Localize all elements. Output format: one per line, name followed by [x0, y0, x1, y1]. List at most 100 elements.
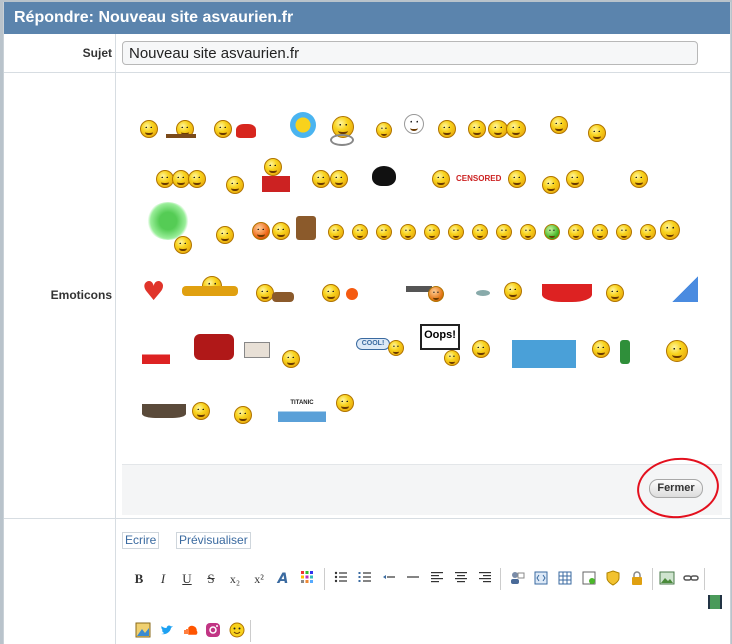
- emoticon-diver[interactable]: [226, 176, 244, 194]
- shield-icon[interactable]: [604, 570, 622, 588]
- emoticon-sword[interactable]: [192, 402, 210, 420]
- font-button[interactable]: A: [274, 570, 292, 588]
- emoticon-cool[interactable]: [508, 170, 526, 188]
- emoticon-e4[interactable]: [400, 224, 416, 240]
- emoticon-group-a[interactable]: [488, 120, 508, 138]
- emoticon-e3[interactable]: [376, 224, 392, 240]
- emoticon-whistle[interactable]: [438, 120, 456, 138]
- emoticon-oops[interactable]: Oops!: [420, 324, 460, 350]
- emoticon-racecar[interactable]: [194, 334, 234, 360]
- emoticon-smile[interactable]: [140, 120, 158, 138]
- table-icon[interactable]: [556, 570, 574, 588]
- video-icon[interactable]: [706, 594, 724, 612]
- emoticon-music-a[interactable]: [244, 342, 270, 358]
- twitter-icon[interactable]: [158, 622, 176, 640]
- italic-button[interactable]: I: [154, 570, 172, 588]
- emoticon-ghost[interactable]: [404, 114, 424, 134]
- emoticon-lifebuoy[interactable]: [666, 340, 688, 362]
- emoticon-side[interactable]: [330, 170, 348, 188]
- emoticon-laugh[interactable]: [432, 170, 450, 188]
- tab-write[interactable]: Ecrire: [122, 532, 160, 549]
- emoticon-censored[interactable]: CENSORED: [456, 174, 504, 184]
- bold-button[interactable]: B: [130, 570, 148, 588]
- color-grid-icon[interactable]: [298, 570, 316, 588]
- emoticon-e11[interactable]: [568, 224, 584, 240]
- emoticon-fight-a[interactable]: [550, 116, 568, 134]
- emoticon-grin[interactable]: [566, 170, 584, 188]
- emoticon-titanic[interactable]: TITANIC: [278, 396, 326, 422]
- emoticon-cool-sign[interactable]: COOL!: [356, 338, 390, 350]
- emoticon-e6[interactable]: [448, 224, 464, 240]
- link-icon[interactable]: [682, 570, 700, 588]
- lock-icon[interactable]: [628, 570, 646, 588]
- emoticon-swim[interactable]: [504, 282, 522, 300]
- flower-emoticon[interactable]: [290, 112, 316, 138]
- underline-button[interactable]: U: [178, 570, 196, 588]
- emoticon-e8[interactable]: [496, 224, 512, 240]
- align-left-icon[interactable]: [428, 570, 446, 588]
- emoticon-bathtub[interactable]: [542, 176, 560, 194]
- emoticon-fight-b[interactable]: [588, 124, 606, 142]
- emoticon-viking[interactable]: [216, 226, 234, 244]
- superscript-button[interactable]: x²: [250, 570, 268, 588]
- emoticon-sailing[interactable]: [142, 340, 170, 364]
- heart-icon[interactable]: ♥: [142, 279, 168, 305]
- emoticon-cool-face[interactable]: [388, 340, 404, 356]
- user-quote-icon[interactable]: [508, 570, 526, 588]
- emoticon-reading[interactable]: [660, 220, 680, 240]
- emoticon-champagne[interactable]: [620, 340, 630, 364]
- strikethrough-button[interactable]: S: [202, 570, 220, 588]
- emoticon-group-b[interactable]: [506, 120, 526, 138]
- emoticon-podium[interactable]: [512, 340, 576, 368]
- cap-icon[interactable]: [236, 124, 256, 138]
- emoticon-blush[interactable]: [312, 170, 330, 188]
- emoticon-fencing[interactable]: [234, 406, 252, 424]
- emoticon-point[interactable]: [272, 222, 290, 240]
- emoticon-rowboat[interactable]: [142, 404, 186, 418]
- emoticon-afro[interactable]: [372, 166, 396, 186]
- emoticon-accordion[interactable]: [264, 158, 282, 176]
- align-center-icon[interactable]: [452, 570, 470, 588]
- emoticon-oops-face[interactable]: [444, 350, 460, 366]
- soundcloud-icon[interactable]: [180, 622, 198, 640]
- emoticon-angel[interactable]: [322, 284, 340, 302]
- emoticon-shot[interactable]: [428, 286, 444, 302]
- emoticon-birthday[interactable]: [592, 340, 610, 358]
- emoticon-e13[interactable]: [616, 224, 632, 240]
- emoticon-e12[interactable]: [592, 224, 608, 240]
- instagram-icon[interactable]: [204, 622, 222, 640]
- tab-preview[interactable]: Prévisualiser: [176, 532, 251, 549]
- emoticon-sailboat[interactable]: [672, 276, 698, 302]
- emoticon-devil[interactable]: [252, 222, 270, 240]
- emoticon-e9[interactable]: [520, 224, 536, 240]
- horizontal-rule-icon[interactable]: [404, 570, 422, 588]
- emoticon-drink[interactable]: [630, 170, 648, 188]
- explosion-icon[interactable]: [346, 288, 358, 300]
- emoticon-plain[interactable]: [376, 122, 392, 138]
- smiley-icon[interactable]: [228, 622, 246, 640]
- numbered-list-icon[interactable]: [356, 570, 374, 588]
- emoticon-fireworks[interactable]: [146, 202, 190, 240]
- gallery-icon[interactable]: [134, 622, 152, 640]
- outdent-icon[interactable]: [380, 570, 398, 588]
- emoticon-trio-c[interactable]: [188, 170, 206, 188]
- emoticon-propeller[interactable]: [214, 120, 232, 138]
- emoticon-green-alien[interactable]: [174, 236, 192, 254]
- emoticon-singing[interactable]: [472, 340, 490, 358]
- code-icon[interactable]: [532, 570, 550, 588]
- align-right-icon[interactable]: [476, 570, 494, 588]
- emoticon-fishing[interactable]: [606, 284, 624, 302]
- bullet-list-icon[interactable]: [332, 570, 350, 588]
- emoticon-e7[interactable]: [472, 224, 488, 240]
- emoticon-speedboat[interactable]: [542, 284, 592, 302]
- emoticon-e2[interactable]: [352, 224, 368, 240]
- emoticon-e5[interactable]: [424, 224, 440, 240]
- emoticon-party[interactable]: [282, 350, 300, 368]
- emoticon-e14[interactable]: [640, 224, 656, 240]
- spoiler-icon[interactable]: [580, 570, 598, 588]
- emoticon-pope[interactable]: [336, 394, 354, 412]
- image-icon[interactable]: [658, 570, 676, 588]
- emoticon-e1[interactable]: [328, 224, 344, 240]
- emoticon-sick[interactable]: [544, 224, 560, 240]
- emoticon-hmm[interactable]: [468, 120, 486, 138]
